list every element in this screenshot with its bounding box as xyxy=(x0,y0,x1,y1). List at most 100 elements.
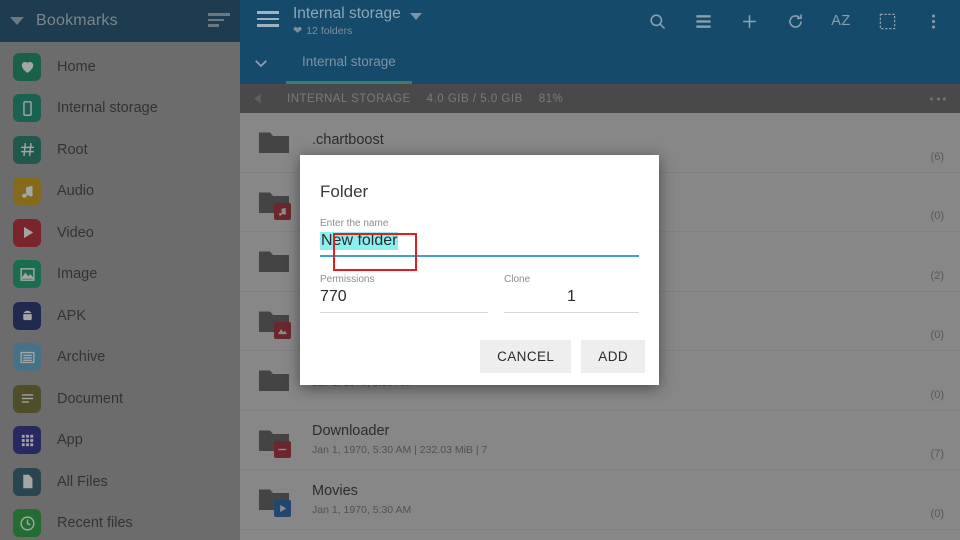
tab-internal-storage[interactable]: Internal storage xyxy=(286,42,412,84)
caret-left-icon[interactable] xyxy=(252,92,265,105)
clone-underline xyxy=(504,312,639,313)
add-icon[interactable] xyxy=(726,0,772,42)
list-view-icon[interactable] xyxy=(680,0,726,42)
sidebar-item-apk[interactable]: APK xyxy=(0,295,240,337)
sidebar-item-label: Internal storage xyxy=(57,100,158,117)
heart-icon: ❤ xyxy=(293,25,303,37)
sidebar-item-app[interactable]: App xyxy=(0,420,240,462)
sidebar: Bookmarks Home Internal storage Root Audio V… xyxy=(0,0,240,540)
sidebar-item-audio[interactable]: Audio xyxy=(0,171,240,213)
folder-icon xyxy=(258,244,292,278)
add-button[interactable]: ADD xyxy=(581,340,645,373)
image-icon xyxy=(274,321,291,339)
android-icon xyxy=(13,301,41,330)
folder-icon xyxy=(258,363,292,397)
sidebar-item-label: Image xyxy=(57,266,98,283)
folder-icon xyxy=(258,125,292,159)
folder-icon xyxy=(258,304,292,339)
sidebar-item-label: All Files xyxy=(57,473,108,490)
music-note-icon xyxy=(274,202,291,220)
caret-down-icon[interactable] xyxy=(409,12,422,20)
folder-dialog: Folder Enter the name New folder Permiss… xyxy=(300,155,659,385)
sidebar-item-label: Home xyxy=(57,58,96,75)
overflow-menu-icon[interactable] xyxy=(910,0,956,42)
folder-name-field[interactable]: Enter the name New folder xyxy=(320,218,639,271)
caret-down-icon[interactable] xyxy=(10,17,24,25)
row-count: (6) xyxy=(930,150,944,163)
app-bar: Internal storage ❤ 12 folders AZ xyxy=(240,0,960,42)
sidebar-item-archive[interactable]: Archive xyxy=(0,337,240,379)
sort-filter-icon[interactable] xyxy=(208,13,230,29)
grid-icon xyxy=(13,426,41,455)
overflow-menu-icon[interactable] xyxy=(930,97,946,100)
hamburger-icon[interactable] xyxy=(257,11,279,31)
folder-icon xyxy=(258,423,292,458)
sidebar-item-label: App xyxy=(57,432,83,449)
folder-icon xyxy=(258,185,292,220)
clone-input[interactable]: 1 xyxy=(504,288,639,306)
permissions-label: Permissions xyxy=(320,274,375,285)
permissions-underline xyxy=(320,312,488,313)
permissions-input[interactable]: 770 xyxy=(320,288,347,306)
app-bar-title-block: Internal storage ❤ 12 folders xyxy=(293,5,422,37)
sidebar-item-home[interactable]: Home xyxy=(0,46,240,88)
refresh-icon[interactable] xyxy=(772,0,818,42)
folder-name-underline xyxy=(320,255,639,257)
sort-az-icon[interactable]: AZ xyxy=(818,0,864,42)
folder-icon xyxy=(258,482,292,518)
sidebar-item-label: Archive xyxy=(57,349,106,366)
sidebar-item-label: Document xyxy=(57,390,124,407)
row-count: (0) xyxy=(930,329,944,341)
sidebar-list: Home Internal storage Root Audio Video Image A… xyxy=(0,42,240,540)
sidebar-header: Bookmarks xyxy=(0,0,240,42)
sidebar-item-internal-storage[interactable]: Internal storage xyxy=(0,88,240,130)
table-row[interactable]: Movies Jan 1, 1970, 5:30 AM (0) xyxy=(240,470,960,530)
row-subtitle: Jan 1, 1970, 5:30 AM xyxy=(312,503,412,516)
sidebar-title: Bookmarks xyxy=(36,12,118,29)
permissions-field[interactable]: Permissions 770 xyxy=(320,274,488,313)
sidebar-item-recent-files[interactable]: Recent files xyxy=(0,503,240,540)
row-count: (2) xyxy=(930,269,944,282)
select-all-icon[interactable] xyxy=(864,0,910,42)
archive-icon xyxy=(13,343,41,372)
storage-info-bar: INTERNAL STORAGE 4.0 GIB / 5.0 GIB 81% xyxy=(240,84,960,113)
storage-label: INTERNAL STORAGE xyxy=(287,92,411,105)
storage-percent: 81% xyxy=(538,92,564,105)
row-count: (7) xyxy=(930,448,944,460)
row-text: Movies Jan 1, 1970, 5:30 AM xyxy=(312,483,411,516)
play-icon xyxy=(13,218,41,247)
chevron-down-icon[interactable] xyxy=(240,42,282,84)
row-name: .chartboost xyxy=(312,131,384,148)
phone-icon xyxy=(13,94,41,123)
sidebar-item-video[interactable]: Video xyxy=(0,212,240,254)
row-count: (0) xyxy=(930,210,944,222)
clone-field[interactable]: Clone 1 xyxy=(504,274,639,313)
cancel-button[interactable]: CANCEL xyxy=(480,340,572,373)
sidebar-item-document[interactable]: Document xyxy=(0,378,240,420)
folder-name-input[interactable]: New folder xyxy=(320,232,399,250)
music-note-icon xyxy=(13,177,41,206)
dialog-actions: CANCEL ADD xyxy=(480,340,645,373)
sidebar-item-image[interactable]: Image xyxy=(0,254,240,296)
row-count: (0) xyxy=(930,507,944,520)
folder-name-label: Enter the name xyxy=(320,218,389,229)
search-icon[interactable] xyxy=(634,0,680,42)
sidebar-item-label: Audio xyxy=(57,183,95,200)
clone-label: Clone xyxy=(504,274,531,285)
file-icon xyxy=(13,467,41,496)
sidebar-item-label: Root xyxy=(57,141,88,158)
sidebar-item-label: Recent files xyxy=(57,515,133,532)
row-text: Downloader Jan 1, 1970, 5:30 AM | 232.03 … xyxy=(312,423,487,456)
row-name: Movies xyxy=(312,482,358,499)
sidebar-item-label: APK xyxy=(57,307,87,324)
row-subtitle: Jan 1, 1970, 5:30 AM | 232.03 MiB | 7 xyxy=(312,444,488,457)
document-icon xyxy=(13,384,41,413)
sidebar-item-root[interactable]: Root xyxy=(0,129,240,171)
heart-icon xyxy=(13,52,41,81)
table-row[interactable]: Downloader Jan 1, 1970, 5:30 AM | 232.03 … xyxy=(240,411,960,470)
clock-icon xyxy=(13,509,41,538)
app-bar-actions: AZ xyxy=(634,0,956,42)
tab-bar: Internal storage xyxy=(240,42,960,84)
sidebar-item-all-files[interactable]: All Files xyxy=(0,461,240,503)
table-row[interactable]: Music xyxy=(240,530,960,540)
